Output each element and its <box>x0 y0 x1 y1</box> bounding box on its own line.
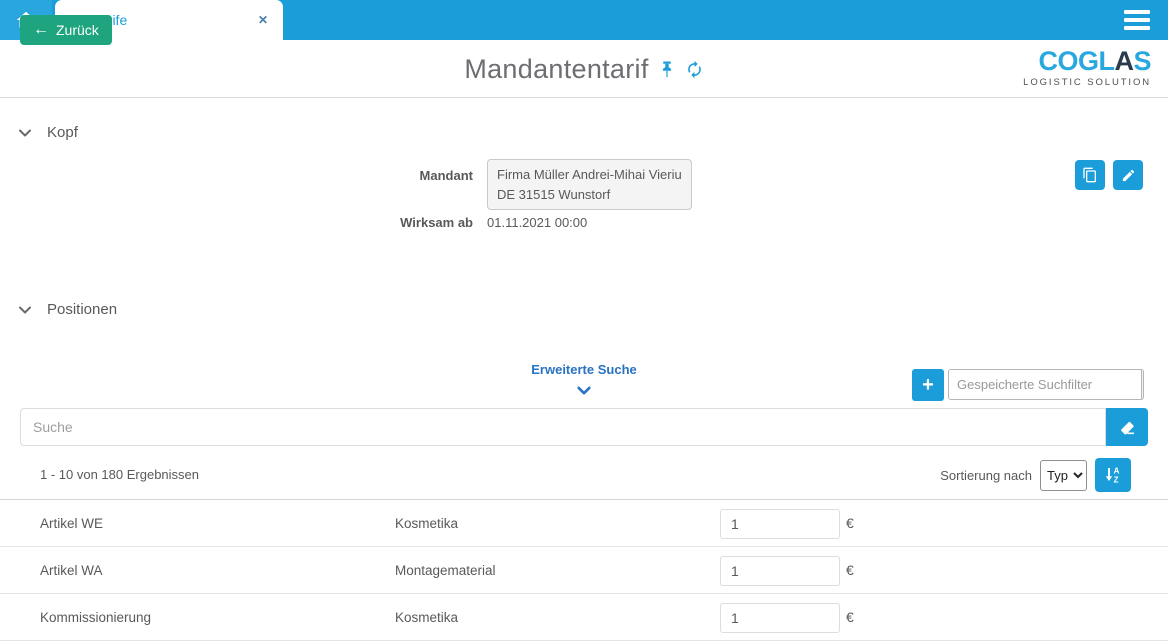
pencil-icon <box>1121 168 1136 183</box>
coglas-logo: COGLAS LOGISTIC SOLUTION <box>1023 48 1151 88</box>
refresh-icon[interactable] <box>685 60 704 79</box>
currency-symbol: € <box>846 500 854 547</box>
section-positionen: Positionen <box>19 301 117 318</box>
saved-filter-caret-icon[interactable]: ▼ <box>1141 370 1144 399</box>
copy-icon <box>1082 167 1098 183</box>
search-input[interactable] <box>20 408 1106 446</box>
currency-symbol: € <box>846 547 854 594</box>
add-filter-button[interactable]: + <box>912 369 944 401</box>
table-row[interactable]: Artikel WE Kosmetika € <box>0 500 1168 547</box>
row-category: Kosmetika <box>395 594 458 641</box>
table-row[interactable]: Kommissionierung Kosmetika € <box>0 594 1168 641</box>
back-arrow-icon: ← <box>33 22 49 38</box>
row-category: Kosmetika <box>395 500 458 547</box>
sort-direction-button[interactable]: A Z <box>1095 458 1131 492</box>
row-type: Kommissionierung <box>40 594 151 641</box>
mandant-label: Mandant <box>0 168 473 183</box>
tab-close-icon[interactable]: ✕ <box>258 14 268 26</box>
sort-field-select[interactable]: Typ <box>1040 460 1087 491</box>
edit-button[interactable] <box>1113 160 1143 190</box>
advanced-search-link[interactable]: Erweiterte Suche <box>531 362 637 377</box>
wirksam-ab-label: Wirksam ab <box>0 215 473 230</box>
row-price-input[interactable] <box>720 556 840 586</box>
svg-text:Z: Z <box>1114 476 1119 485</box>
row-price-input[interactable] <box>720 509 840 539</box>
logo-subtitle: LOGISTIC SOLUTION <box>1023 78 1151 88</box>
hamburger-menu-icon[interactable] <box>1124 10 1150 30</box>
sort-alpha-icon: A Z <box>1103 465 1123 485</box>
row-category: Montagematerial <box>395 547 496 594</box>
kopf-collapse-chevron-icon[interactable] <box>19 129 31 137</box>
section-kopf: Kopf <box>19 124 78 141</box>
eraser-icon <box>1118 418 1137 437</box>
positionen-section-label: Positionen <box>47 301 117 318</box>
table-row[interactable]: Artikel WA Montagematerial € <box>0 547 1168 594</box>
svg-text:A: A <box>1114 467 1120 476</box>
clear-search-button[interactable] <box>1106 408 1148 446</box>
mandant-value-box: Firma Müller Andrei-Mihai Vieriu DE 3151… <box>487 159 692 210</box>
row-type: Artikel WE <box>40 500 103 547</box>
currency-symbol: € <box>846 594 854 641</box>
advanced-search-chevron-icon[interactable] <box>578 386 591 395</box>
copy-button[interactable] <box>1075 160 1105 190</box>
app-window: Tarife ✕ ← Zurück Mandantentarif COGLAS <box>0 0 1168 643</box>
toolbar <box>0 40 1168 98</box>
results-count: 1 - 10 von 180 Ergebnissen <box>40 450 199 500</box>
pin-icon[interactable] <box>659 61 675 78</box>
back-button[interactable]: ← Zurück <box>20 15 112 45</box>
kopf-section-label: Kopf <box>47 124 78 141</box>
saved-filter-combobox: ▼ <box>948 369 1144 400</box>
results-bar: 1 - 10 von 180 Ergebnissen Sortierung na… <box>0 450 1168 500</box>
logo-wordmark: COGLAS <box>1023 48 1151 75</box>
row-price-input[interactable] <box>720 603 840 633</box>
row-type: Artikel WA <box>40 547 103 594</box>
wirksam-ab-value: 01.11.2021 00:00 <box>487 215 587 230</box>
back-button-label: Zurück <box>56 22 99 38</box>
sort-label: Sortierung nach <box>940 468 1032 483</box>
top-bar: Tarife ✕ <box>0 0 1168 40</box>
positionen-collapse-chevron-icon[interactable] <box>19 306 31 314</box>
saved-filter-input[interactable] <box>949 370 1141 399</box>
